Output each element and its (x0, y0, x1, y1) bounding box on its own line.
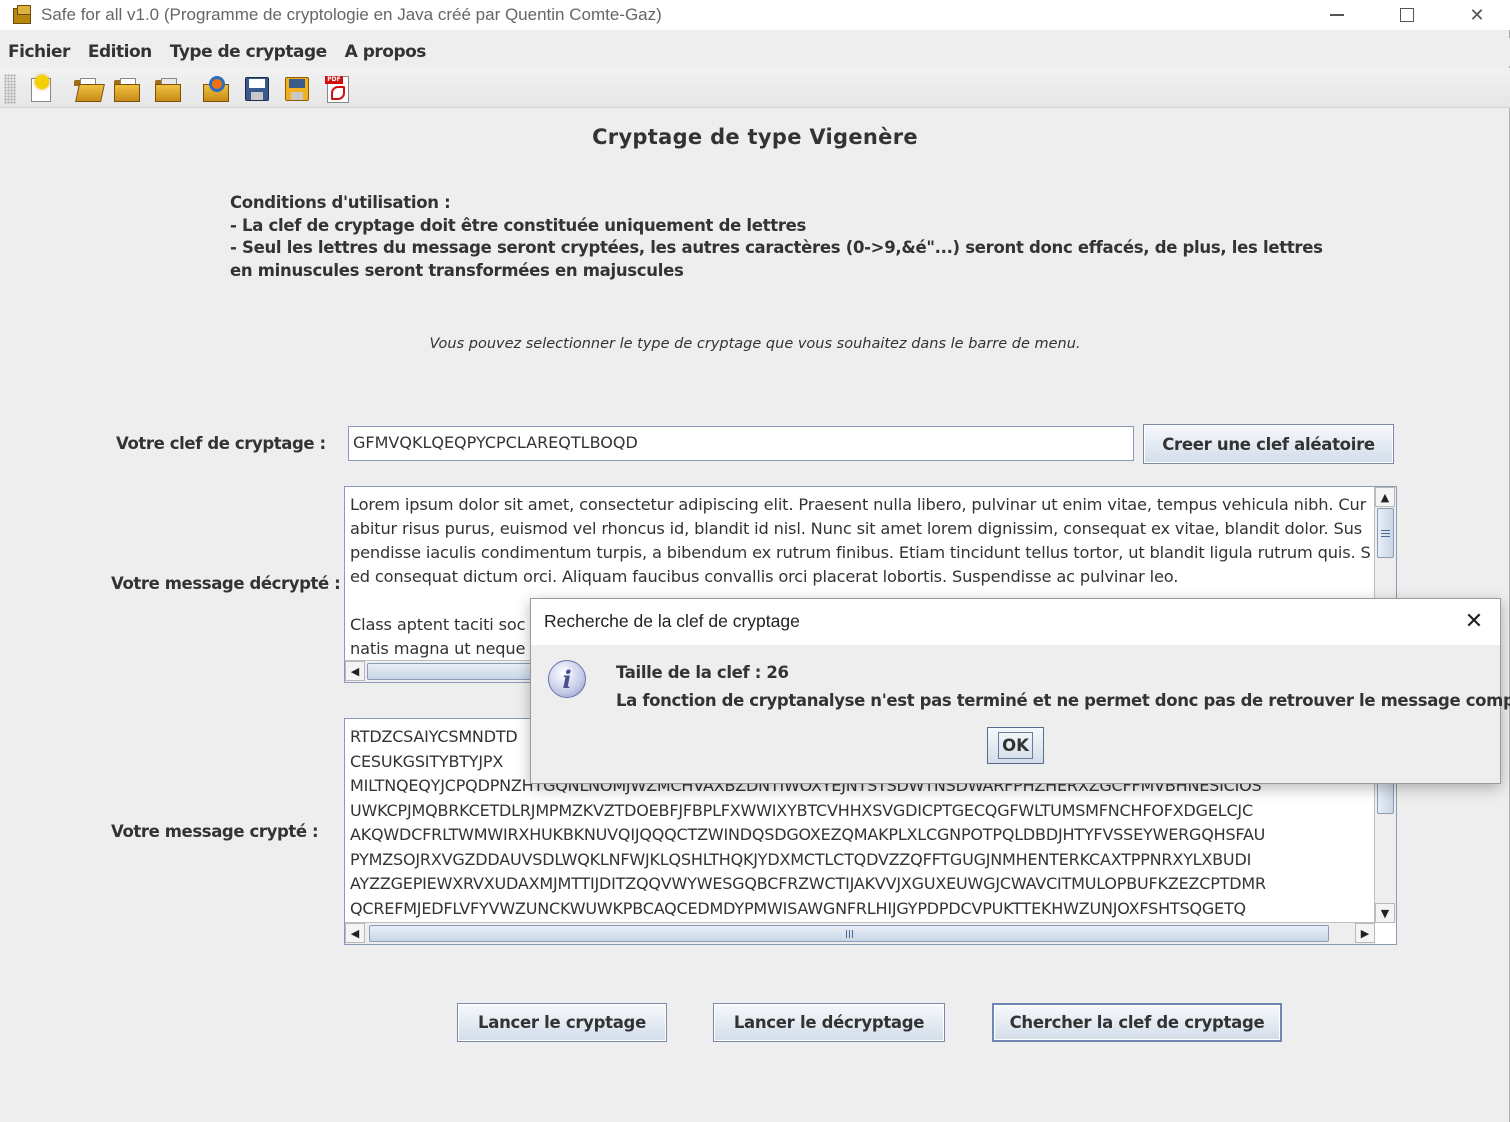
maximize-button[interactable] (1372, 0, 1442, 30)
page-title: Cryptage de type Vigenère (592, 125, 918, 149)
window-title: Safe for all v1.0 (Programme de cryptolo… (41, 5, 662, 24)
random-key-button[interactable]: Creer une clef aléatoire (1143, 424, 1394, 464)
scroll-left-arrow-icon[interactable]: ◀ (345, 661, 365, 681)
dialog-key-size: Taille de la clef : 26 (616, 663, 789, 682)
minimize-button[interactable] (1302, 0, 1372, 30)
dialog-message: La fonction de cryptanalyse n'est pas te… (616, 691, 1510, 710)
decrypt-button[interactable]: Lancer le décryptage (713, 1003, 945, 1042)
close-icon: ✕ (1469, 4, 1485, 26)
save-button[interactable] (240, 72, 274, 106)
save-as-icon (282, 74, 312, 104)
encrypted-label: Votre message crypté : (111, 822, 319, 841)
close-window-button[interactable]: ✕ (1442, 0, 1510, 30)
folder-button[interactable] (110, 72, 144, 106)
key-search-dialog: Recherche de la clef de cryptage ✕ i Tai… (530, 598, 1510, 784)
maximize-icon (1400, 8, 1414, 22)
scroll-right-arrow-icon[interactable]: ▶ (1355, 923, 1375, 943)
close-icon: ✕ (1464, 608, 1484, 634)
dialog-title-bar[interactable]: Recherche de la clef de cryptage ✕ (531, 599, 1500, 645)
key-input[interactable]: GFMVQKLQEQPYCPCLAREQTLBOQD (348, 426, 1134, 461)
pdf-icon: PDF (322, 74, 352, 104)
key-folder-button[interactable] (199, 72, 233, 106)
key-folder-icon (201, 74, 231, 104)
app-window: Safe for all v1.0 (Programme de cryptolo… (0, 0, 1510, 1122)
new-document-button[interactable] (23, 72, 57, 106)
scroll-up-arrow-icon[interactable]: ▲ (1375, 487, 1395, 507)
toolbar-grip[interactable] (4, 74, 16, 104)
scroll-thumb[interactable] (1377, 508, 1394, 558)
info-icon: i (548, 660, 586, 698)
save-icon (242, 74, 272, 104)
menu-edition[interactable]: Edition (79, 42, 161, 62)
ok-button[interactable]: OK (987, 727, 1044, 764)
conditions-title: Conditions d'utilisation : (230, 193, 451, 212)
app-icon (12, 4, 34, 26)
open-folder-button[interactable] (70, 72, 105, 106)
key-label: Votre clef de cryptage : (116, 434, 326, 453)
scroll-left-arrow-icon[interactable]: ◀ (345, 923, 365, 943)
menu-hint: Vous pouvez selectionner le type de cryp… (429, 336, 1081, 352)
condition-line: - Seul les lettres du message seront cry… (230, 238, 1323, 257)
encrypt-button[interactable]: Lancer le cryptage (457, 1003, 667, 1042)
folder-file-button[interactable] (151, 72, 185, 106)
find-key-button[interactable]: Chercher la clef de cryptage (992, 1003, 1282, 1042)
new-document-icon (25, 74, 55, 104)
save-as-button[interactable] (280, 72, 314, 106)
dialog-title: Recherche de la clef de cryptage (544, 611, 800, 631)
folder-file-icon (153, 74, 183, 104)
menu-a-propos[interactable]: A propos (336, 42, 435, 62)
title-bar[interactable]: Safe for all v1.0 (Programme de cryptolo… (0, 0, 1510, 30)
scroll-down-arrow-icon[interactable]: ▼ (1375, 903, 1395, 923)
condition-line: en minuscules seront transformées en maj… (230, 260, 684, 280)
open-folder-icon (72, 74, 105, 104)
menu-type-de-cryptage[interactable]: Type de cryptage (161, 42, 336, 62)
condition-line: - La clef de cryptage doit être constitu… (230, 215, 807, 235)
folder-icon (112, 74, 142, 104)
scroll-thumb[interactable] (369, 925, 1329, 942)
encrypted-hscrollbar[interactable]: ◀ ▶ (345, 922, 1375, 944)
toolbar: PDF (0, 68, 1510, 108)
decrypted-label: Votre message décrypté : (111, 574, 341, 593)
menu-bar: Fichier Edition Type de cryptage A propo… (0, 38, 1510, 66)
menu-fichier[interactable]: Fichier (0, 42, 79, 62)
usage-conditions: Conditions d'utilisation : - La clef de … (230, 192, 1330, 282)
export-pdf-button[interactable]: PDF (320, 72, 354, 106)
minimize-icon (1330, 14, 1344, 16)
dialog-close-button[interactable]: ✕ (1462, 608, 1486, 634)
ok-label: OK (998, 732, 1033, 759)
